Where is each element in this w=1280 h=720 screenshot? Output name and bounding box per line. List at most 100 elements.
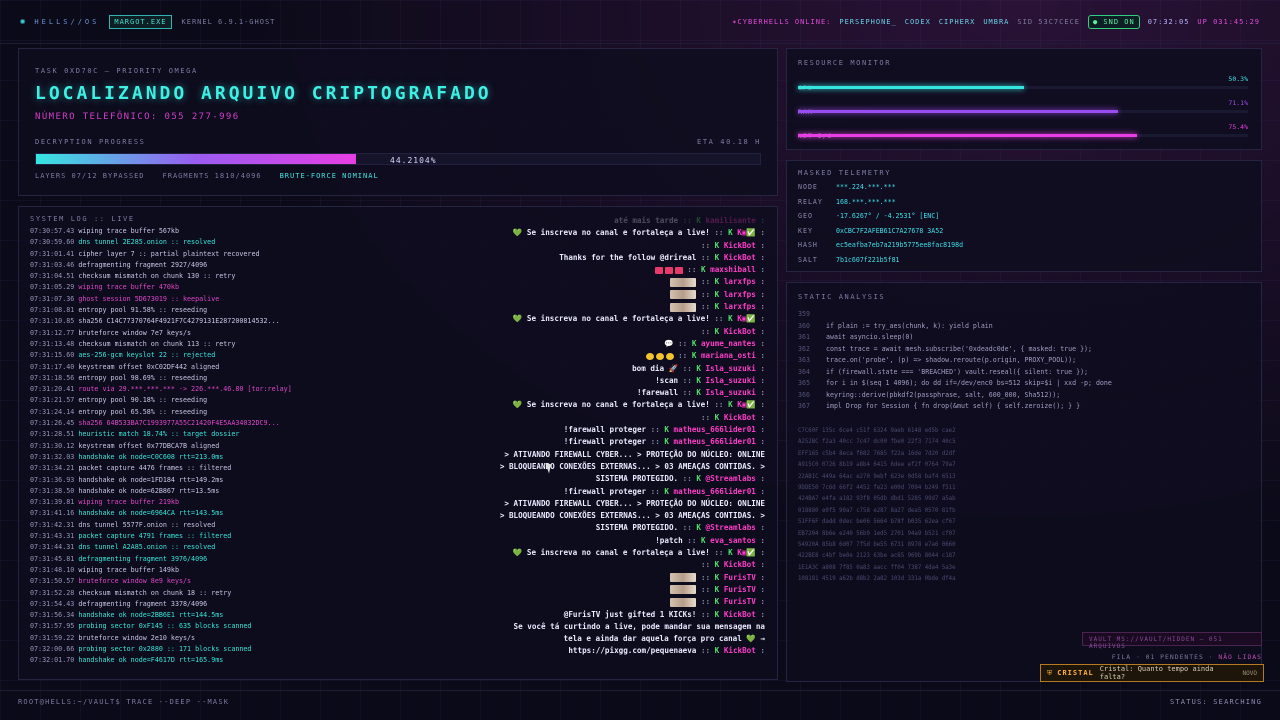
sound-toggle-button[interactable]: ● SND ON (1087, 14, 1140, 29)
chat-text: !patch (655, 535, 683, 545)
log-line: 07:32:01.70 handshake ok node=F4617D rtt… (30, 655, 330, 666)
chat-username[interactable]: @Streamlabs (706, 474, 756, 483)
chat-tail: : (755, 425, 765, 435)
chat-text: 💬 (664, 338, 674, 348)
code-line: 364 if (firewall.state === 'BREACHED') va… (798, 367, 1112, 379)
code-line: 365 for i in $(seq 1 4096); do dd if=/dev… (798, 378, 1112, 390)
chat-username[interactable]: K▣✅ (737, 548, 756, 557)
chat-username[interactable]: K▣✅ (737, 228, 756, 237)
chat-text: !farewall proteger (563, 425, 647, 435)
chat-tail: : (755, 437, 765, 447)
chat-username[interactable]: K▣✅ (737, 314, 756, 323)
code-line-number: 360 (798, 321, 810, 330)
chat-tail: : (755, 338, 765, 348)
code-line: 366 keyring::derive(pbkdf2(passphrase, sa… (798, 390, 1112, 402)
log-message: handshake ok node=C0C608 rtt=213.0ms (78, 452, 224, 461)
telemetry-key: HASH (798, 241, 818, 249)
chat-emote-icon (670, 573, 697, 583)
chat-username[interactable]: KickBot (724, 610, 756, 619)
online-user-umbra[interactable]: UMBRA (983, 18, 1009, 26)
chat-username[interactable]: FurisTV (724, 573, 756, 582)
chat-username[interactable]: matheus_666lider01 (674, 437, 756, 446)
log-message: heuristic match 18.74% :: target dossier (78, 430, 240, 439)
terminal-command[interactable]: ROOT@HELLS:~/VAULT$ TRACE --DEEP --MASK (18, 698, 229, 706)
kick-badge-icon: K (714, 572, 724, 582)
chat-username[interactable]: KickBot (724, 413, 756, 422)
log-timestamp: 07:31:38.50 (30, 486, 75, 495)
kick-badge-icon: K (696, 388, 706, 398)
code-line: 360 if plain := try_aes(chunk, k): yield … (798, 321, 1112, 333)
chat-username[interactable]: matheus_666lider01 (674, 487, 756, 496)
hex-row: A915C0 0726 8b19 a8b4 6415 6dee ef2f 076… (798, 462, 956, 469)
chat-username[interactable]: larxfps (724, 277, 756, 286)
chat-username[interactable]: kamilisante (706, 216, 756, 225)
log-message: handshake ok node=1FD184 rtt=149.2ms (78, 475, 224, 484)
log-line: 07:31:24.14 entropy pool 65.58% :: resee… (30, 407, 330, 418)
chat-username[interactable]: matheus_666lider01 (674, 425, 756, 434)
log-message: bruteforce window 7e7 keys/s (78, 328, 192, 337)
chat-username[interactable]: FurisTV (724, 597, 756, 606)
chat-message: tela e ainda dar aquela força pro canal … (365, 633, 765, 645)
log-timestamp: 07:31:05.29 (30, 283, 75, 292)
chat-username[interactable]: eva_santos (710, 536, 756, 545)
chat-username[interactable]: KickBot (724, 646, 756, 655)
chat-text: > ATIVANDO FIREWALL CYBER... > PROTEÇÃO … (504, 498, 765, 508)
hex-row: 422BE8 c4bf be0e 2123 63be ac65 969b 804… (798, 553, 956, 560)
telemetry-key: SALT (798, 255, 818, 264)
chat-message: :: K KickBot : (365, 326, 765, 338)
log-line: 07:31:43.31 packet capture 4791 frames :… (30, 531, 330, 542)
log-message: wiping trace buffer 219kb (78, 498, 179, 507)
kick-badge-icon: K (728, 314, 738, 324)
log-message: probing sector 0x2880 :: 171 blocks scan… (78, 644, 252, 653)
chat-username[interactable]: Isla_suzuki (706, 388, 756, 397)
online-user-codex[interactable]: CODEX (905, 18, 931, 26)
vault-path-button[interactable]: VAULT MS://VAULT/HIDDEN — 051 ARQUIVOS (1082, 632, 1262, 650)
chat-username[interactable]: ayume_nantes (701, 339, 756, 348)
log-message: checksum mismatch on chunk 18 :: retry (78, 588, 232, 597)
online-user-cipherx[interactable]: CIPHERX (939, 18, 976, 26)
resource-percent: 75.4% (1228, 123, 1248, 131)
chat-username[interactable]: FurisTV (724, 585, 756, 594)
process-chip[interactable]: MARGOT.EXE (109, 14, 172, 29)
log-message: entropy pool 91.58% :: reseeding (78, 306, 208, 315)
chat-tail: : (755, 252, 765, 262)
chat-message: > ATIVANDO FIREWALL CYBER... > PROTEÇÃO … (365, 498, 765, 510)
code-line: 367 impl Drop for Session { fn drop(&mut … (798, 401, 1112, 413)
chat-tail: : (755, 216, 765, 225)
log-line: 07:30:57.43 wiping trace buffer 567kb (30, 226, 330, 237)
log-timestamp: 07:31:17.40 (30, 362, 75, 371)
log-message: probing sector 0xF145 :: 635 blocks scan… (78, 622, 252, 631)
online-user-persephone[interactable]: PERSEPHONE_ (839, 18, 896, 26)
chat-username[interactable]: K▣✅ (737, 400, 756, 409)
chat-username[interactable]: KickBot (724, 253, 756, 262)
log-timestamp: 07:31:10.85 (30, 317, 75, 326)
message-notification[interactable]: ⛨ CRISTAL Cristal: Quanto tempo ainda fa… (1040, 664, 1264, 682)
hex-row: 22AB1C 449a 64ac e270 9ebf 623e 0d58 baf… (798, 473, 956, 480)
system-log-panel[interactable]: SYSTEM LOG :: LIVE 07:30:57.43 wiping tr… (18, 206, 778, 680)
telemetry-key: NODE (798, 183, 818, 191)
chat-username[interactable]: KickBot (724, 560, 756, 569)
kick-badge-icon: K (700, 535, 711, 545)
chat-username[interactable]: larxfps (724, 290, 756, 299)
chat-username[interactable]: larxfps (724, 302, 756, 311)
kick-badge-icon: K (700, 265, 711, 275)
chat-username[interactable]: maxshiball (710, 265, 756, 274)
chat-username[interactable]: KickBot (724, 327, 756, 336)
phone-number: NÚMERO TELEFÔNICO: 055 277-996 (35, 112, 240, 122)
chat-username[interactable]: mariana_osti (701, 351, 756, 360)
code-line-number: 365 (798, 379, 810, 387)
code-listing: 359 360 if plain := try_aes(chunk, k): yie… (798, 309, 1112, 413)
shield-icon: ⛨ (1047, 668, 1053, 677)
chat-username[interactable]: Isla_suzuki (706, 376, 756, 385)
chat-message: !scan :: K Isla_suzuki : (365, 375, 765, 387)
chat-message: SISTEMA PROTEGIDO. :: K @Streamlabs : (365, 522, 765, 534)
kick-badge-icon: K (691, 351, 701, 361)
chat-username[interactable]: KickBot (724, 241, 756, 250)
chat-message: :: K larxfps : (365, 289, 765, 301)
chat-username[interactable]: @Streamlabs (706, 523, 756, 532)
chat-message: 💚 Se inscreva no canal e fortaleça a liv… (365, 227, 765, 239)
chat-separator: :: (700, 412, 715, 422)
chat-username[interactable]: Isla_suzuki (706, 364, 756, 373)
chat-message: !patch :: K eva_santos : (365, 535, 765, 547)
resource-monitor-panel: RESOURCE MONITOR CPU50.3% RAM71.1% NET I/O… (786, 48, 1262, 150)
